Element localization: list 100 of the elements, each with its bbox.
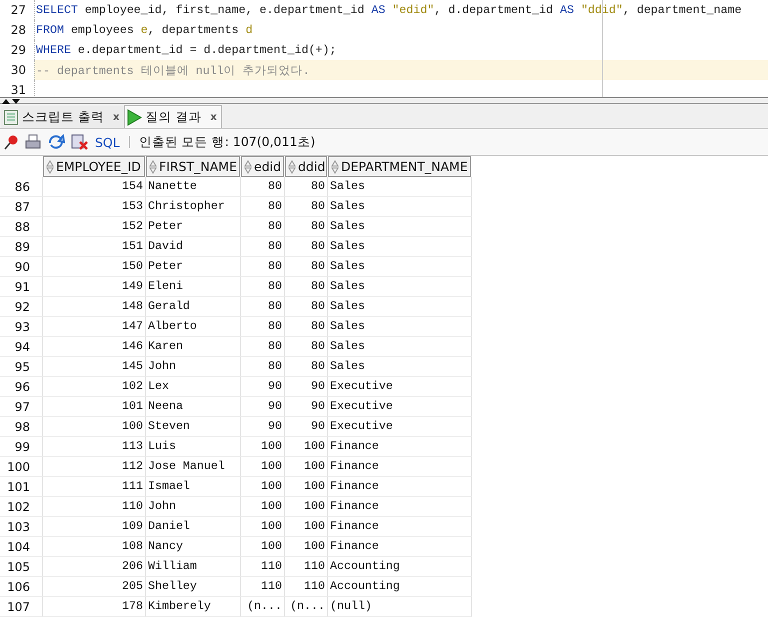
row-number: 101 (0, 477, 43, 497)
table-cell: Sales (328, 237, 472, 257)
row-number: 102 (0, 497, 43, 517)
table-cell: 109 (43, 517, 146, 537)
document-icon (3, 109, 19, 126)
table-cell: 80 (285, 177, 328, 197)
column-header[interactable]: DEPARTMENT_NAME (328, 156, 471, 177)
table-cell: Peter (146, 257, 241, 277)
table-cell: Sales (328, 177, 472, 197)
result-tab[interactable]: 스크립트 출력 x (1, 106, 124, 128)
row-number: 87 (0, 197, 43, 217)
table-cell: Executive (328, 377, 472, 397)
row-number: 99 (0, 437, 43, 457)
table-cell: 80 (241, 217, 285, 237)
sql-link[interactable]: SQL (95, 134, 120, 150)
table-cell: Eleni (146, 277, 241, 297)
row-number: 89 (0, 237, 43, 257)
table-cell: Sales (328, 257, 472, 277)
pin-icon[interactable] (3, 134, 19, 150)
table-cell: Steven (146, 417, 241, 437)
sort-icon (149, 160, 157, 174)
table-cell: 205 (43, 577, 146, 597)
column-header[interactable]: ddid (285, 156, 327, 177)
table-cell: 110 (285, 577, 328, 597)
table-cell: 80 (285, 357, 328, 377)
column-header[interactable]: FIRST_NAME (146, 156, 240, 177)
table-cell: 80 (241, 257, 285, 277)
sort-icon (288, 160, 296, 174)
close-icon[interactable]: x (210, 112, 217, 122)
table-cell: Sales (328, 217, 472, 237)
table-cell: Finance (328, 537, 472, 557)
table-cell: 111 (43, 477, 146, 497)
line-number: 29 (10, 43, 27, 57)
refresh-icon[interactable] (47, 134, 65, 150)
table-cell: John (146, 497, 241, 517)
line-number: 28 (10, 23, 27, 37)
table-cell: Alberto (146, 317, 241, 337)
row-number: 88 (0, 217, 43, 237)
row-number: 86 (0, 177, 43, 197)
table-cell: (n... (285, 597, 328, 617)
table-cell: 110 (241, 557, 285, 577)
table-cell: Luis (146, 437, 241, 457)
collapse-arrows-icon[interactable] (2, 98, 22, 104)
row-number: 93 (0, 317, 43, 337)
table-cell: 100 (241, 497, 285, 517)
table-cell: 100 (241, 537, 285, 557)
table-cell: 80 (241, 197, 285, 217)
table-cell: 100 (241, 477, 285, 497)
table-cell: 80 (285, 237, 328, 257)
row-number: 104 (0, 537, 43, 557)
table-cell: Accounting (328, 577, 472, 597)
table-cell: 147 (43, 317, 146, 337)
table-cell: 206 (43, 557, 146, 577)
table-cell: 100 (285, 457, 328, 477)
table-cell: Kimberely (146, 597, 241, 617)
result-tab[interactable]: 질의 결과 x (124, 105, 222, 128)
row-number: 94 (0, 337, 43, 357)
table-cell: 150 (43, 257, 146, 277)
table-cell: 108 (43, 537, 146, 557)
table-cell: Christopher (146, 197, 241, 217)
close-icon[interactable]: x (112, 112, 120, 123)
line-number: 31 (10, 83, 27, 97)
printer-icon[interactable] (25, 134, 41, 150)
table-cell: 80 (285, 277, 328, 297)
table-cell: (null) (328, 597, 472, 617)
table-cell: (n... (241, 597, 285, 617)
table-cell: 80 (285, 257, 328, 277)
column-header[interactable]: EMPLOYEE_ID (43, 156, 145, 177)
table-cell: 151 (43, 237, 146, 257)
column-header[interactable]: edid (241, 156, 284, 177)
table-cell: Sales (328, 337, 472, 357)
table-cell: 110 (241, 577, 285, 597)
code-line: SELECT employee_id, first_name, e.department_id AS "edid", d.department_id AS "ddid", department_name (34, 0, 768, 20)
table-cell: 100 (285, 517, 328, 537)
table-cell: Peter (146, 217, 241, 237)
table-cell: 90 (241, 377, 285, 397)
table-cell: Accounting (328, 557, 472, 577)
status-text: 인출된 모든 행: 107(0,011초) (138, 134, 316, 150)
table-cell: 112 (43, 457, 146, 477)
table-cell: 110 (285, 557, 328, 577)
table-cell: Finance (328, 437, 472, 457)
table-cell: Finance (328, 517, 472, 537)
row-number: 105 (0, 557, 43, 577)
delete-icon[interactable] (71, 134, 89, 150)
table-cell: 90 (241, 417, 285, 437)
table-cell: 80 (241, 277, 285, 297)
table-cell: Shelley (146, 577, 241, 597)
table-cell: 154 (43, 177, 146, 197)
table-cell: 146 (43, 337, 146, 357)
table-cell: Karen (146, 337, 241, 357)
table-cell: 100 (285, 437, 328, 457)
row-number: 95 (0, 357, 43, 377)
table-cell: 113 (43, 437, 146, 457)
table-cell: 100 (241, 437, 285, 457)
table-cell: 90 (241, 397, 285, 417)
table-cell: Sales (328, 357, 472, 377)
row-number: 100 (0, 457, 43, 477)
table-cell: 80 (241, 317, 285, 337)
sort-icon (244, 160, 252, 174)
row-number: 106 (0, 577, 43, 597)
